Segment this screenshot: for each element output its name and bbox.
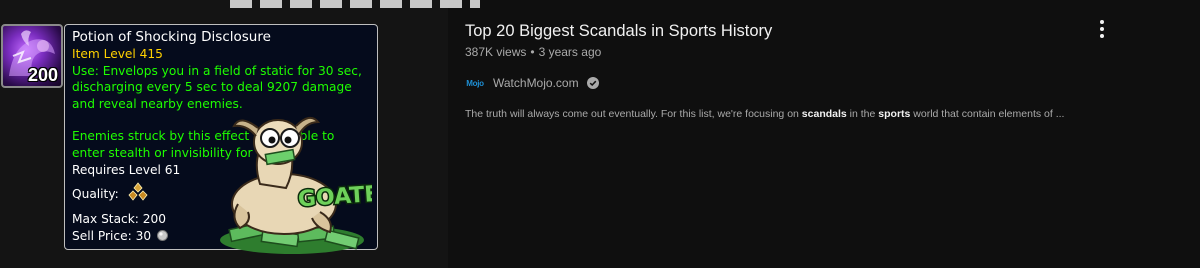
video-description: The truth will always come out eventuall… — [465, 108, 1065, 120]
channel-name[interactable]: WatchMojo.com — [493, 76, 579, 90]
potion-icon: 200 — [1, 24, 63, 88]
cropped-header-text — [230, 0, 480, 8]
item-level: Item Level 415 — [72, 47, 163, 61]
sell-price-label: Sell Price: 30 — [72, 228, 152, 243]
game-screenshot-panel: 200 Potion of Shocking Disclosure Item L… — [0, 0, 480, 268]
quality-label: Quality: — [72, 186, 119, 201]
goat-sticker-icon: GOATED — [220, 116, 372, 254]
stack-count: 200 — [27, 65, 58, 85]
highlight-scandals: scandals — [801, 108, 847, 120]
silver-coin-icon — [156, 229, 168, 241]
verified-check-icon — [586, 77, 599, 89]
item-name: Potion of Shocking Disclosure — [72, 29, 271, 45]
video-title[interactable]: Top 20 Biggest Scandals in Sports Histor… — [465, 22, 772, 41]
use-effect-text: Use: Envelops you in a field of static f… — [72, 63, 362, 111]
view-count: 387K views — [465, 45, 527, 59]
upload-age: 3 years ago — [538, 45, 602, 59]
channel-avatar[interactable]: Mojo — [465, 75, 485, 91]
video-metadata: 387K views • 3 years ago — [465, 45, 601, 59]
channel-row[interactable]: Mojo WatchMojo.com — [465, 75, 599, 91]
quality-tier-icon — [127, 182, 149, 207]
highlight-sports: sports — [878, 108, 911, 120]
meta-separator: • — [530, 45, 535, 59]
more-vert-icon[interactable] — [1094, 18, 1110, 40]
